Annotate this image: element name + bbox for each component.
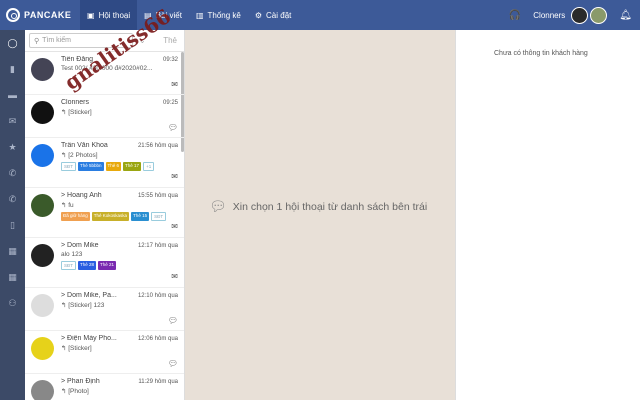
user-name[interactable]: Clonners [533,11,565,20]
gear-icon: ⚙ [254,10,263,20]
conversation-time: 15:55 hôm qua [137,193,178,199]
conversation-item[interactable]: > Điện Máy Pho... 12:06 hôm qua ↰ [Sticker… [25,331,184,374]
header-right: 🎧 Clonners 🔔︎ [509,6,640,24]
conversation-time: 12:17 hôm qua [137,243,178,249]
conversation-time: 09:32 [162,57,178,63]
tag-list: SĐT Thẻ 28 Thẻ 21 [61,261,178,270]
conversation-item[interactable]: Trần Văn Khoa 21:56 hôm qua ↰ [2 Photos] SĐ… [25,138,184,188]
tag-badge[interactable]: Thẻ 17 [123,162,142,171]
conversation-name: Clonners [61,99,90,106]
message-icon[interactable]: ▬ [0,82,25,108]
conversation-snippet: ↰ [2 Photos] [61,152,98,159]
tag-badge[interactable]: +1 [143,162,155,171]
page-avatar[interactable] [571,6,589,24]
chat-bubbles-icon: 💬︎ [209,198,227,214]
comment-icon: 💬︎ [167,316,178,325]
nav-item-3[interactable]: ⚙ Cài đặt [248,0,299,30]
avatar [31,337,54,360]
conversation-snippet: ↰ [Sticker] [61,345,92,352]
top-navbar: PANCAKE ▣ Hội thoại ▤ Bài viết ▥ Thống kê ⚙ Cài… [0,0,640,30]
tag-badge[interactable]: Thẻ 6 [105,162,122,171]
conversation-list: Tiến Đăng 09:32 Test 002/ #30.000 đ#2020#0… [25,52,184,400]
conversation-list-panel: ⚲ Tìm kiếm ⌄ Thẻ Tiến Đăng 09:32 Test 002/… [25,4,185,400]
conversation-time: 12:10 hôm qua [137,293,178,299]
conversation-snippet: ↰ [Photo] [61,388,89,395]
avatar [31,101,54,124]
nav-item-2[interactable]: ▥ Thống kê [189,0,248,30]
pancake-logo-icon [6,8,20,22]
avatar [31,194,54,217]
envelope-icon: ✉ [171,80,178,89]
conversation-item[interactable]: Clonners 09:25 ↰ [Sticker] 💬︎ [25,95,184,138]
conversation-item[interactable]: > Dom Mike, Pa... 12:10 hôm qua ↰ [Sticker… [25,288,184,331]
customer-info-panel: Chưa có thông tin khách hàng [455,30,640,400]
conversation-snippet: ↰ fu [61,202,74,209]
tag-list: Đã giữ hàng Thẻ Kokoskaska Thẻ 15 SĐT [61,212,178,221]
avatar [31,58,54,81]
envelope-icon: ✉ [171,272,178,281]
tag-list: SĐT Thẻ 5bbbn Thẻ 6 Thẻ 17 +1 [61,162,178,171]
tag-badge[interactable]: SĐT [151,212,167,221]
empty-state: 💬︎ Xin chọn 1 hội thoại từ danh sách bên… [209,198,427,215]
bell-icon[interactable]: 🔔︎ [619,10,632,21]
tag-badge[interactable]: SĐT [61,162,76,171]
avatar [31,294,54,317]
group-icon[interactable]: ⚇ [0,290,25,316]
conversation-time: 09:25 [162,100,178,106]
conversation-snippet: alo 123 [61,251,83,258]
avatar [31,380,54,400]
tag-badge[interactable]: Thẻ 5bbbn [78,162,104,171]
envelope-icon: ✉ [171,222,178,231]
nav-label: Hội thoại [98,10,131,20]
headset-icon[interactable]: 🎧 [509,10,521,21]
chat-icon: ▣ [87,10,95,20]
tag-badge[interactable]: Thẻ 15 [131,212,150,221]
main-nav: ▣ Hội thoại ▤ Bài viết ▥ Thống kê ⚙ Cài đặt [80,0,298,30]
comment-icon: 💬︎ [167,123,178,132]
tag-badge[interactable]: Thẻ Kokoskaska [91,212,130,221]
conversation-item[interactable]: > Dom Mike 12:17 hôm qua alo 123 SĐT Thẻ 28 T… [25,238,184,288]
logo-text: PANCAKE [24,10,72,20]
circle-icon[interactable]: ◯ [0,30,25,56]
phone-icon[interactable]: ✆ [0,160,25,186]
conversation-item[interactable]: > Hoang Anh 15:55 hôm qua ↰ fu Đã giữ hàng T… [25,188,184,238]
search-icon: ⚲ [34,37,40,45]
conversation-time: 12:06 hôm qua [137,336,178,342]
comment-icon: 💬︎ [167,359,178,368]
user-avatar[interactable] [590,6,608,24]
conversation-item[interactable]: > Phan Định11:29 hôm qua↰ [Photo]💬︎ [25,374,184,400]
stats-icon: ▥ [195,10,204,20]
tag-badge[interactable]: Đã giữ hàng [61,212,90,221]
conversation-time: 21:56 hôm qua [137,143,178,149]
left-rail: ◯ ▮ ▬ ✉ ★ ✆ ✆ ▯ ▦ ▦ ⚇ [0,30,25,400]
calendar-grid-icon[interactable]: ▦ [0,264,25,290]
tag-badge[interactable]: SĐT [61,261,76,270]
nav-label: Thống kê [207,10,241,20]
no-customer-info: Chưa có thông tin khách hàng [494,50,588,57]
avatar [31,244,54,267]
tag-badge[interactable]: Thẻ 21 [98,261,117,270]
tag-badge[interactable]: Thẻ 28 [78,261,97,270]
bookmark-icon[interactable]: ▮ [0,56,25,82]
conversation-snippet: ↰ [Sticker] [61,109,92,116]
tag-filter-label: Thẻ [163,36,177,45]
envelope-icon: ✉ [171,172,178,181]
document-icon[interactable]: ▯ [0,212,25,238]
calendar-icon[interactable]: ▦ [0,238,25,264]
logo[interactable]: PANCAKE [0,0,80,30]
phone-off-icon[interactable]: ✆ [0,186,25,212]
star-icon[interactable]: ★ [0,134,25,160]
conversation-snippet: ↰ [Sticker] 123 [61,302,105,309]
nav-label: Cài đặt [266,10,292,20]
avatar [31,144,54,167]
search-placeholder: Tìm kiếm [42,37,71,44]
conversation-view: 💬︎ Xin chọn 1 hội thoại từ danh sách bên… [185,30,455,400]
empty-state-text: Xin chọn 1 hội thoại từ danh sách bên tr… [232,200,428,213]
mail-icon[interactable]: ✉ [0,108,25,134]
conversation-time: 11:29 hôm qua [138,379,178,385]
